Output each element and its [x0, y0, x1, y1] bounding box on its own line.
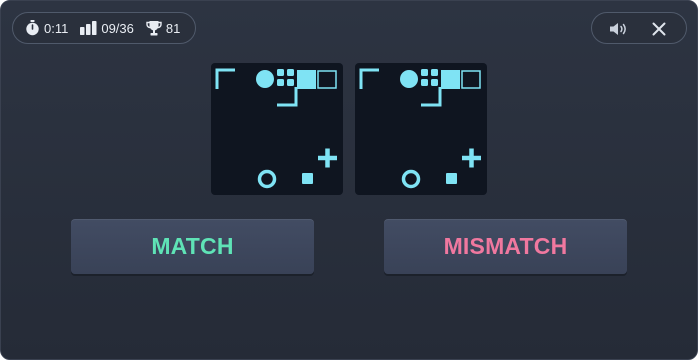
filled-circle: [400, 70, 418, 88]
left-card: [211, 63, 343, 195]
close-icon: [652, 22, 666, 36]
filled-square: [441, 70, 460, 89]
stopwatch-icon: [26, 20, 39, 36]
corner-bracket-bottom-right: [277, 87, 298, 107]
filled-square: [297, 70, 316, 89]
ring: [257, 169, 277, 189]
mismatch-button[interactable]: MISMATCH: [384, 219, 627, 274]
match-button[interactable]: MATCH: [71, 219, 314, 274]
small-square: [302, 173, 313, 184]
trophy-icon: [146, 20, 162, 35]
progress-stat: 09/36: [80, 21, 134, 36]
dot-grid: [277, 69, 294, 86]
close-button[interactable]: [649, 19, 669, 39]
corner-bracket-top-left: [359, 68, 379, 89]
timer-stat: 0:11: [25, 20, 68, 36]
outlined-square: [461, 70, 481, 89]
plus: [318, 148, 337, 168]
game-screen: 0:11 09/36 81 MATCH MISMATCH: [0, 0, 698, 360]
speaker-icon: [610, 23, 626, 35]
right-card: [355, 63, 487, 195]
bars-icon: [80, 21, 97, 35]
plus: [462, 148, 481, 168]
corner-bracket-bottom-right: [421, 87, 442, 107]
corner-bracket-top-left: [215, 68, 235, 89]
outlined-square: [317, 70, 337, 89]
sound-toggle-button[interactable]: [609, 19, 629, 39]
score-stat: 81: [146, 20, 181, 36]
small-square: [446, 173, 457, 184]
filled-circle: [256, 70, 274, 88]
stats-bar: 0:11 09/36 81: [12, 12, 196, 44]
controls-bar: [591, 12, 687, 44]
dot-grid: [421, 69, 438, 86]
progress-value: 09/36: [101, 20, 134, 36]
score-value: 81: [165, 20, 181, 36]
ring: [401, 169, 421, 189]
timer-value: 0:11: [44, 20, 69, 36]
